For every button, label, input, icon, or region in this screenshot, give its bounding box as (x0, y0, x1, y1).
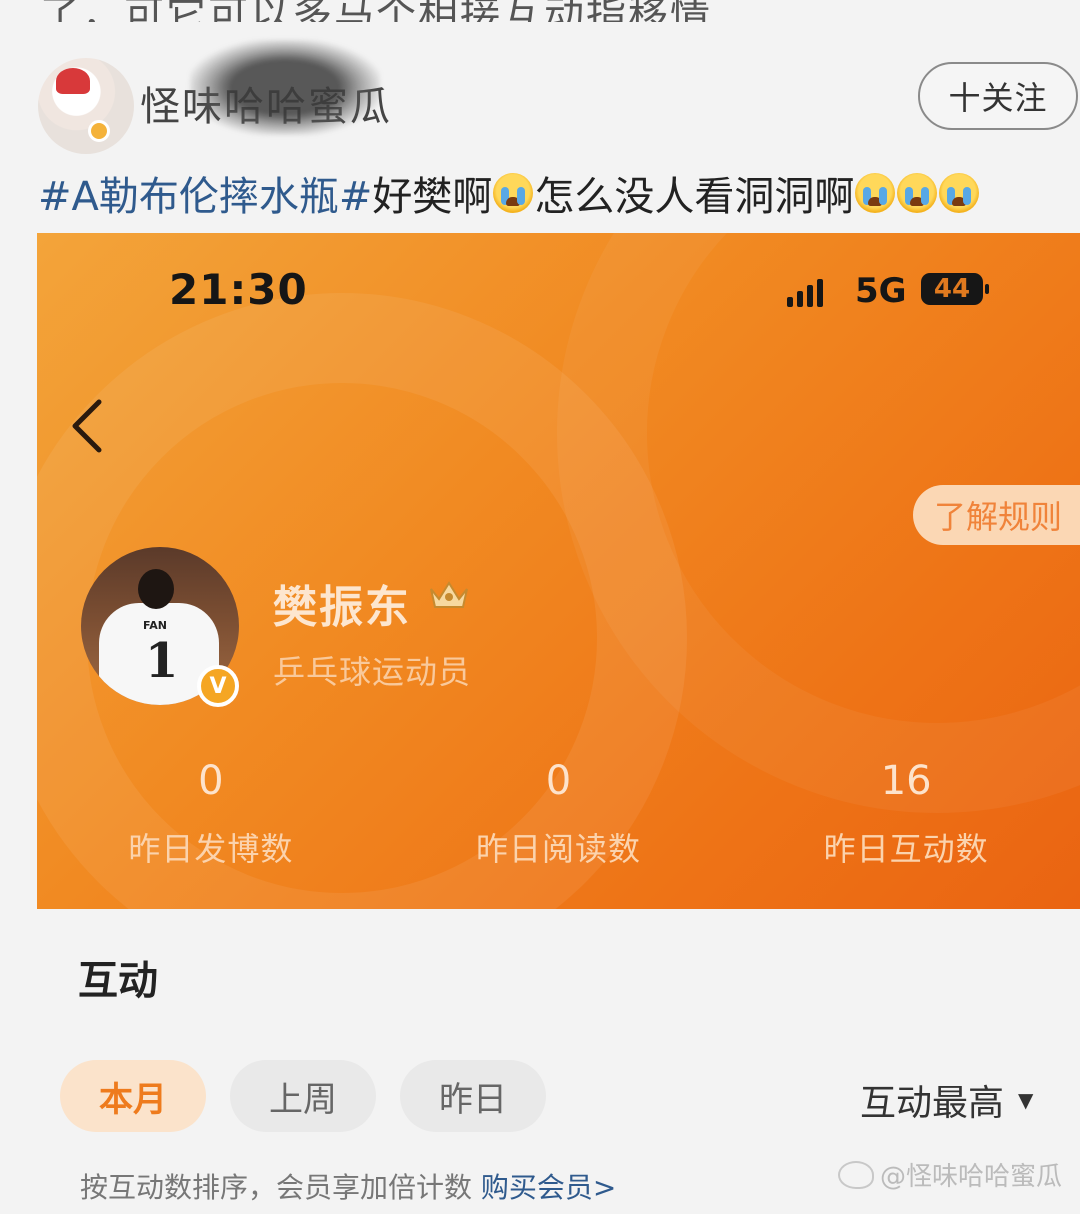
sort-dropdown[interactable]: 互动最高 ▼ (860, 1074, 1033, 1126)
crying-emoji-icon (939, 173, 980, 213)
sort-label: 互动最高 (860, 1083, 1005, 1124)
username-redaction (190, 40, 380, 135)
buy-membership-link[interactable]: 购买会员> (481, 1171, 616, 1204)
profile-stats-card: 21:30 5G 44 了解规则 FAN 1 V 樊振东 乒乓球运动员 0 昨日… (37, 233, 1080, 909)
post-header: 怪味哈哈蜜瓜 十关注 (0, 40, 1080, 155)
tab-last-week[interactable]: 上周 (230, 1060, 376, 1132)
watermark-text: @怪味哈哈蜜瓜 (880, 1162, 1063, 1192)
jersey-name: FAN (143, 619, 167, 632)
crying-emoji-icon (897, 173, 938, 213)
stat-interactions: 16 昨日互动数 (732, 758, 1080, 870)
weibo-logo-icon (838, 1160, 874, 1189)
tab-yesterday[interactable]: 昨日 (400, 1060, 546, 1132)
post-text: #A勒布伦摔水瓶# 好樊啊 怎么没人看洞洞啊 (38, 164, 980, 222)
stat-posts: 0 昨日发博数 (37, 758, 385, 870)
stat-label: 昨日发博数 (128, 830, 294, 868)
period-tabs: 本月 上周 昨日 (60, 1060, 546, 1132)
rules-button[interactable]: 了解规则 (913, 485, 1080, 545)
hashtag-link[interactable]: #A勒布伦摔水瓶# (38, 164, 372, 222)
user-avatar[interactable] (38, 58, 134, 154)
signal-icon (787, 275, 823, 307)
screenshot: 了，可它可以多马个相接互动指移情…… 怪味哈哈蜜瓜 十关注 #A勒布伦摔水瓶# … (0, 0, 1080, 1214)
sort-footnote: 按互动数排序，会员享加倍计数 购买会员> (80, 1166, 616, 1206)
stat-value: 0 (545, 758, 572, 804)
avatar-badge-icon (88, 120, 110, 142)
watermark: @怪味哈哈蜜瓜 (838, 1156, 1062, 1193)
crying-emoji-icon (493, 173, 534, 213)
stat-label: 昨日互动数 (823, 830, 989, 868)
cropped-text-line: 了，可它可以多马个相接互动指移情…… (0, 0, 1080, 22)
crown-icon (430, 581, 468, 608)
network-label: 5G (855, 271, 907, 311)
dropdown-triangle-icon: ▼ (1018, 1088, 1034, 1112)
stat-label: 昨日阅读数 (476, 830, 642, 868)
avatar-hat-shape (56, 68, 90, 94)
footnote-text: 按互动数排序，会员享加倍计数 (80, 1171, 473, 1204)
verified-badge-icon: V (197, 665, 239, 707)
crying-emoji-icon (855, 173, 896, 213)
post-text-part-1: 好樊啊 (372, 174, 493, 220)
follow-button[interactable]: 十关注 (918, 62, 1078, 130)
back-arrow-icon[interactable] (67, 398, 107, 454)
jersey-number: 1 (145, 633, 179, 689)
section-title: 互动 (78, 958, 158, 1004)
stats-row: 0 昨日发博数 0 昨日阅读数 16 昨日互动数 (37, 758, 1080, 870)
athlete-role: 乒乓球运动员 (273, 653, 472, 691)
tab-this-month[interactable]: 本月 (60, 1060, 206, 1132)
stat-value: 16 (880, 758, 932, 804)
athlete-name: 樊振东 (273, 582, 411, 633)
stat-reads: 0 昨日阅读数 (385, 758, 733, 870)
avatar-head (138, 569, 174, 609)
post-text-part-2: 怎么没人看洞洞啊 (534, 174, 855, 220)
status-bar-time: 21:30 (169, 265, 308, 314)
stat-value: 0 (198, 758, 224, 804)
battery-icon: 44 (921, 273, 989, 305)
